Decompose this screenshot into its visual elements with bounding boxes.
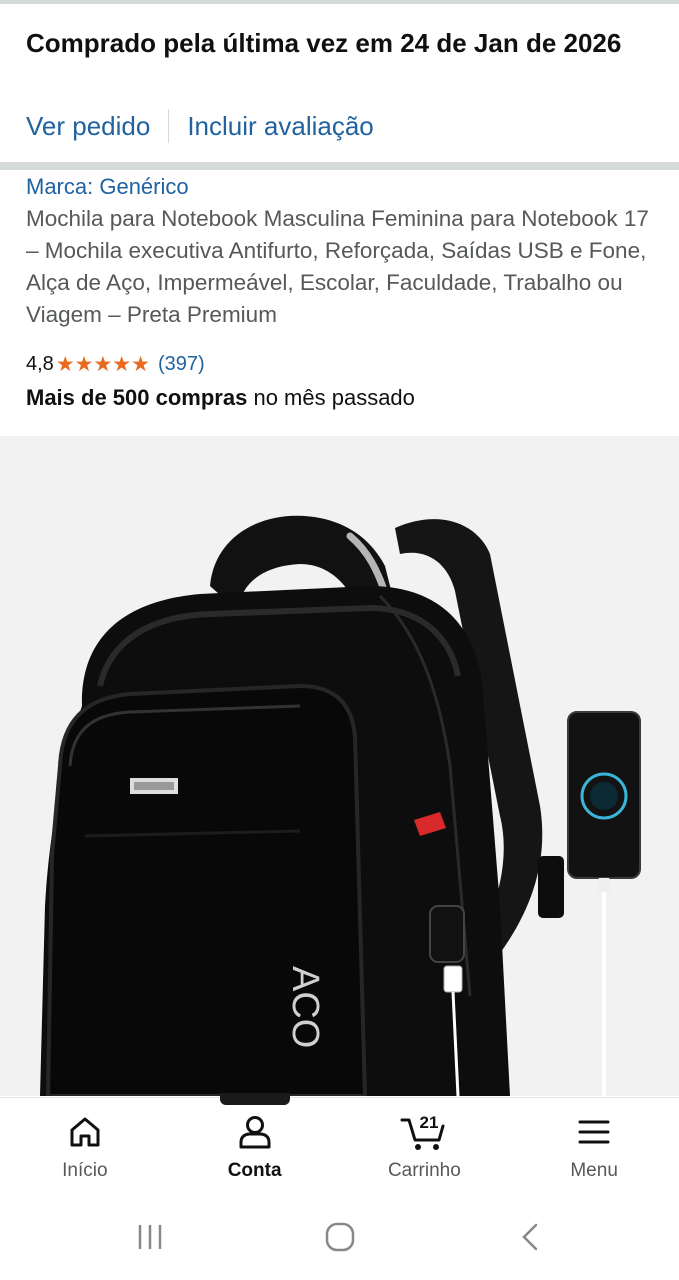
nav-cart-label: Carrinho: [387, 1160, 461, 1181]
last-purchased-text: Comprado pela última vez em 24 de Jan de…: [26, 28, 622, 58]
sales-period: no mês passado: [253, 385, 415, 410]
home-icon: [68, 1112, 102, 1152]
star-icon: ★: [112, 352, 132, 376]
home-circle-icon[interactable]: [320, 1217, 360, 1257]
brand-link[interactable]: Marca: Genérico: [26, 172, 189, 202]
nav-home[interactable]: Início: [0, 1098, 170, 1196]
account-icon: [237, 1112, 273, 1152]
cart-count-badge: 21: [420, 1113, 439, 1132]
bottom-navigation: Início Conta 21 Carrinho Menu: [0, 1097, 679, 1196]
purchase-info-card: Comprado pela última vez em 24 de Jan de…: [0, 4, 679, 162]
rating-row[interactable]: 4,8 ★ ★ ★ ★ ★ (397): [26, 350, 205, 378]
review-count-link[interactable]: (397): [158, 353, 205, 376]
nav-cart[interactable]: 21 Carrinho: [340, 1098, 510, 1196]
view-order-link[interactable]: Ver pedido: [26, 111, 150, 142]
backpack-image: ACO: [40, 515, 641, 1096]
product-image[interactable]: ACO: [0, 436, 679, 1096]
monthly-sales-text: Mais de 500 compras no mês passado: [26, 383, 415, 413]
system-navigation-bar: [0, 1195, 679, 1280]
sales-count: Mais de 500 compras: [26, 385, 248, 410]
recent-apps-icon[interactable]: [130, 1217, 170, 1257]
add-review-link[interactable]: Incluir avaliação: [187, 111, 373, 142]
rating-value: 4,8: [26, 352, 54, 375]
star-icon: ★: [131, 352, 150, 376]
nav-home-label: Início: [62, 1160, 108, 1181]
star-icon: ★: [93, 352, 113, 376]
star-rating: ★ ★ ★ ★ ★: [56, 354, 150, 375]
back-icon[interactable]: [510, 1217, 550, 1257]
section-divider: [0, 162, 679, 170]
nav-account[interactable]: Conta: [170, 1098, 340, 1196]
star-icon: ★: [55, 352, 75, 376]
nav-menu-label: Menu: [570, 1160, 618, 1181]
product-title[interactable]: Mochila para Notebook Masculina Feminina…: [26, 203, 656, 331]
nav-account-label: Conta: [227, 1160, 282, 1181]
purchase-links: Ver pedido Incluir avaliação: [26, 106, 374, 146]
star-icon: ★: [74, 352, 94, 376]
pull-tab[interactable]: [220, 1093, 290, 1105]
nav-menu[interactable]: Menu: [509, 1098, 679, 1196]
cart-icon: 21: [399, 1112, 449, 1152]
link-divider: [168, 109, 170, 143]
menu-icon: [578, 1112, 610, 1152]
backpack-logo-text: ACO: [284, 966, 326, 1048]
